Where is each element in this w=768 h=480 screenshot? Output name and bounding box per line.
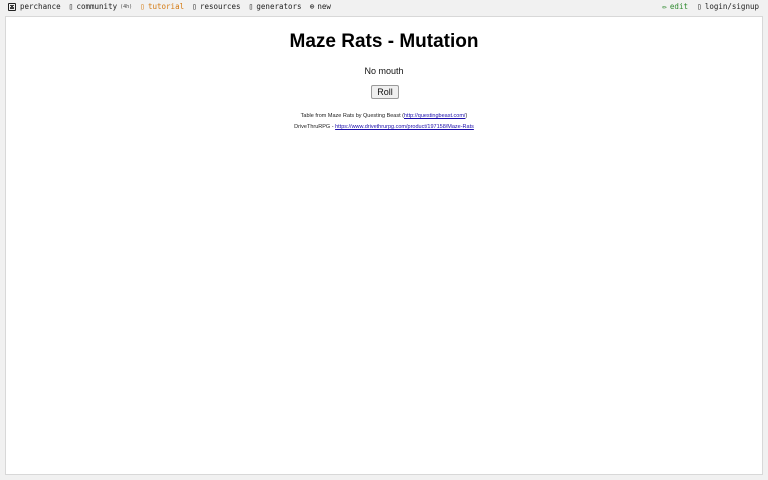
credit-line-2: DriveThruRPG - https://www.drivethrurpg.… xyxy=(6,124,762,130)
top-nav-bar: perchance ▯ community (4h) ▯ tutorial ▯ … xyxy=(0,0,768,16)
login-label: login/signup xyxy=(704,2,759,11)
plus-circle-icon: ⊕ xyxy=(309,1,315,11)
nav-resources[interactable]: ▯ resources xyxy=(192,2,240,11)
community-label: community xyxy=(76,2,118,11)
nav-community[interactable]: ▯ community (4h) xyxy=(69,2,133,11)
new-label: new xyxy=(317,2,331,11)
generator-frame: Maze Rats - Mutation No mouth Roll Table… xyxy=(5,16,763,475)
brand-label: perchance xyxy=(20,2,61,11)
pencil-icon: ✏ xyxy=(662,1,667,11)
edit-label: edit xyxy=(669,2,688,11)
roll-result: No mouth xyxy=(364,66,404,76)
nav-tutorial[interactable]: ▯ tutorial xyxy=(140,2,184,11)
page-title: Maze Rats - Mutation xyxy=(289,31,479,52)
nav-left: perchance ▯ community (4h) ▯ tutorial ▯ … xyxy=(8,2,339,11)
credit1-suffix: ) xyxy=(465,113,468,119)
user-icon: ▯ xyxy=(696,1,702,11)
roll-button[interactable]: Roll xyxy=(371,85,399,99)
questing-beast-link[interactable]: http://questingbeast.com/ xyxy=(404,113,465,119)
nav-brand[interactable]: perchance xyxy=(8,2,61,11)
credit-line-1: Table from Maze Rats by Questing Beast (… xyxy=(6,113,762,119)
book-icon: ▯ xyxy=(140,1,145,11)
drivethrurpg-link[interactable]: https://www.drivethrurpg.com/product/197… xyxy=(335,124,474,130)
die-icon xyxy=(8,2,16,11)
nav-right: ✏ edit ▯ login/signup xyxy=(653,2,759,11)
community-count: (4h) xyxy=(120,3,133,10)
resources-label: resources xyxy=(199,2,241,11)
nav-generators[interactable]: ▯ generators xyxy=(249,2,302,11)
chat-icon: ▯ xyxy=(68,1,74,11)
nav-edit[interactable]: ✏ edit xyxy=(662,2,688,11)
credit2-prefix: DriveThruRPG - xyxy=(294,124,336,130)
grid-icon: ▯ xyxy=(248,1,254,11)
nav-new[interactable]: ⊕ new xyxy=(310,2,331,11)
generators-label: generators xyxy=(256,2,302,11)
link-icon: ▯ xyxy=(192,1,197,11)
nav-login[interactable]: ▯ login/signup xyxy=(697,2,759,11)
tutorial-label: tutorial xyxy=(147,2,185,11)
credit1-prefix: Table from Maze Rats by Questing Beast ( xyxy=(300,113,404,119)
